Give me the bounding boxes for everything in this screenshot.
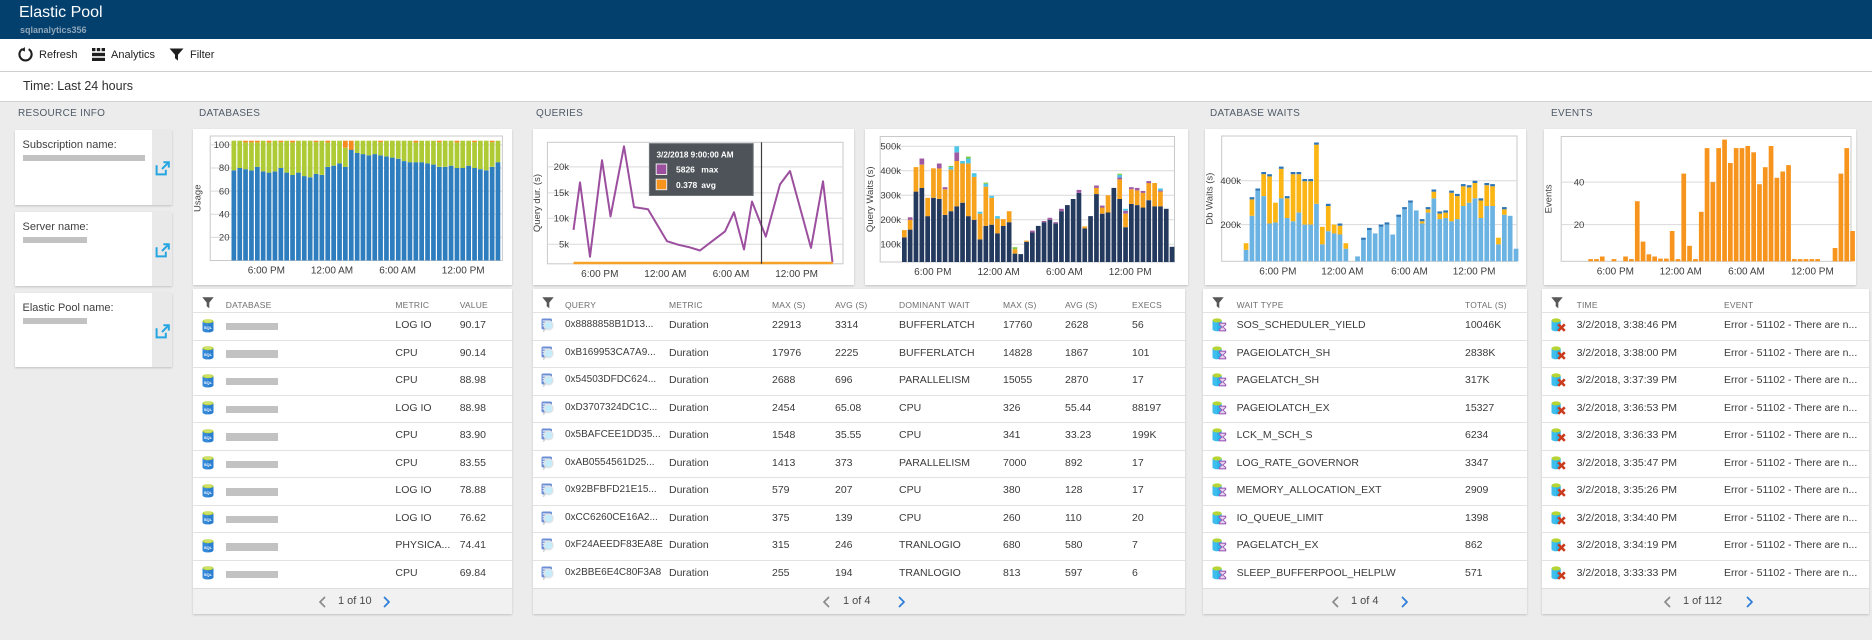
svg-text:20: 20: [219, 232, 230, 243]
svg-text:12:00 PM: 12:00 PM: [1791, 266, 1834, 277]
svg-text:SQL: SQL: [203, 435, 212, 440]
svg-text:6:00 PM: 6:00 PM: [914, 267, 951, 278]
svg-text:SQL: SQL: [203, 462, 212, 467]
svg-text:40: 40: [219, 209, 230, 220]
svg-text:avg: avg: [701, 179, 716, 189]
svg-text:6:00 AM: 6:00 AM: [1391, 266, 1428, 277]
svg-text:20: 20: [1574, 219, 1585, 230]
svg-text:Query Waits (s): Query Waits (s): [865, 166, 876, 232]
svg-text:3/2/2018 9:00:00 AM: 3/2/2018 9:00:00 AM: [657, 150, 734, 159]
svg-text:SQL: SQL: [203, 352, 212, 357]
svg-text:10k: 10k: [554, 213, 570, 224]
svg-text:20k: 20k: [554, 162, 570, 173]
svg-text:6:00 PM: 6:00 PM: [1597, 266, 1634, 277]
svg-text:60: 60: [219, 186, 230, 197]
svg-text:12:00 PM: 12:00 PM: [442, 265, 485, 276]
svg-text:400k: 400k: [880, 166, 901, 177]
svg-text:6:00 PM: 6:00 PM: [248, 265, 285, 276]
svg-text:12:00 AM: 12:00 AM: [1321, 266, 1363, 277]
svg-text:6:00 AM: 6:00 AM: [1046, 267, 1083, 278]
svg-text:SQL: SQL: [203, 379, 212, 384]
svg-text:max: max: [701, 164, 718, 174]
svg-text:100: 100: [214, 140, 230, 151]
svg-text:300k: 300k: [880, 190, 901, 201]
svg-text:6:00 AM: 6:00 AM: [713, 268, 750, 279]
svg-text:SQL: SQL: [203, 490, 212, 495]
svg-text:6:00 AM: 6:00 AM: [1728, 266, 1765, 277]
svg-text:100k: 100k: [880, 239, 901, 250]
svg-text:0.378: 0.378: [676, 179, 698, 189]
svg-text:Events: Events: [1544, 184, 1555, 213]
svg-text:Query dur. (s): Query dur. (s): [533, 174, 543, 232]
svg-text:5k: 5k: [559, 239, 569, 250]
svg-text:Db Waits (s): Db Waits (s): [1205, 172, 1216, 224]
svg-text:SQL: SQL: [203, 572, 212, 577]
svg-text:12:00 PM: 12:00 PM: [1108, 267, 1151, 278]
svg-text:80: 80: [219, 163, 230, 174]
svg-text:15k: 15k: [554, 188, 570, 199]
svg-text:SQL: SQL: [203, 545, 212, 550]
svg-text:12:00 AM: 12:00 AM: [977, 267, 1019, 278]
svg-text:12:00 PM: 12:00 PM: [775, 268, 818, 279]
svg-text:SQL: SQL: [203, 324, 212, 329]
svg-text:12:00 AM: 12:00 AM: [311, 265, 353, 276]
svg-text:SQL: SQL: [203, 517, 212, 522]
svg-text:500k: 500k: [880, 141, 901, 152]
svg-text:200k: 200k: [880, 215, 901, 226]
svg-text:40: 40: [1574, 177, 1585, 188]
svg-text:12:00 AM: 12:00 AM: [644, 268, 686, 279]
svg-text:6:00 AM: 6:00 AM: [379, 265, 416, 276]
svg-text:5826: 5826: [676, 164, 695, 174]
svg-text:12:00 AM: 12:00 AM: [1660, 266, 1702, 277]
svg-text:6:00 PM: 6:00 PM: [581, 268, 618, 279]
svg-text:SQL: SQL: [203, 407, 212, 412]
svg-text:12:00 PM: 12:00 PM: [1452, 266, 1495, 277]
svg-text:200k: 200k: [1220, 219, 1241, 230]
svg-text:6:00 PM: 6:00 PM: [1259, 266, 1296, 277]
svg-text:400k: 400k: [1220, 176, 1241, 187]
svg-text:Usage: Usage: [193, 184, 204, 211]
